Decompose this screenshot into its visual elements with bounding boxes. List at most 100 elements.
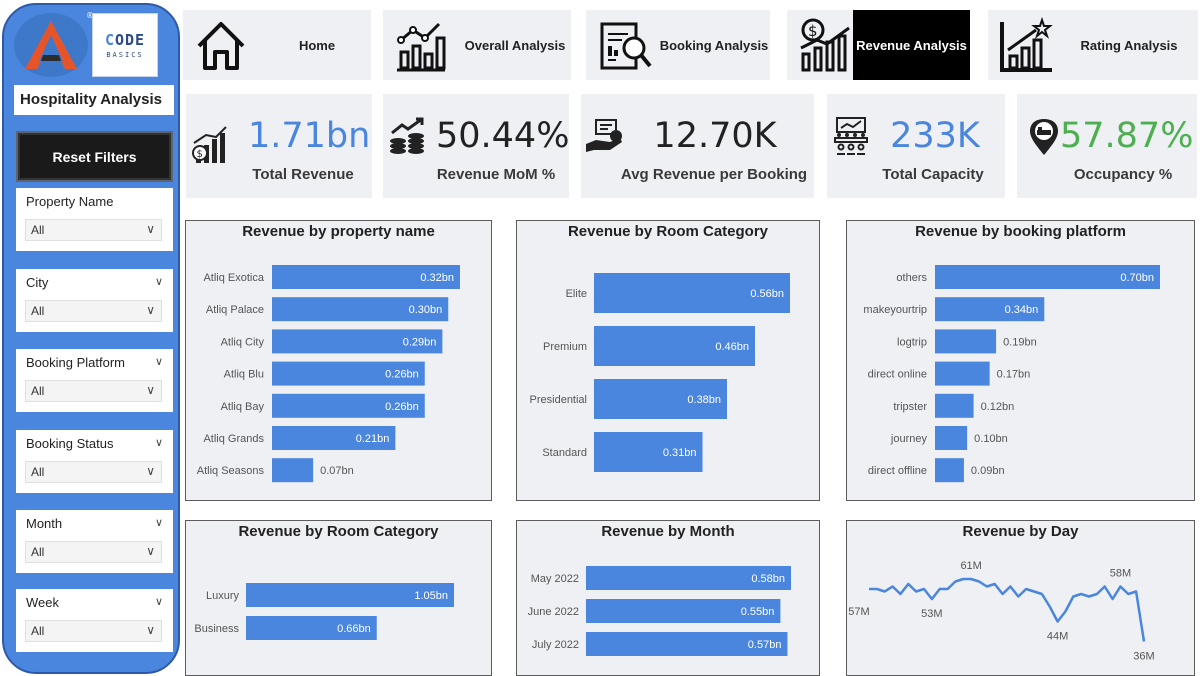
collapse-chevron-icon[interactable]: ∨ bbox=[155, 595, 163, 608]
nav-rating-analysis[interactable]: Rating Analysis bbox=[988, 10, 1198, 80]
chart-panel-6: Revenue by Day 57M 53M 61M 44M 58M 36M bbox=[846, 520, 1195, 676]
slicer-label: Property Name bbox=[26, 194, 114, 209]
data-label: 0.19bn bbox=[1003, 336, 1037, 348]
svg-text:$: $ bbox=[197, 149, 203, 160]
slicer-label: City bbox=[26, 275, 49, 290]
category-label: Business bbox=[194, 623, 239, 635]
data-label: 0.34bn bbox=[1005, 304, 1039, 316]
slicer-dropdown[interactable]: All ∨ bbox=[25, 380, 162, 402]
category-label: Premium bbox=[543, 341, 587, 353]
revenue-line[interactable] bbox=[869, 577, 1146, 642]
chart-panel-4: Revenue by Room Category Luxury 1.05bn Busi… bbox=[185, 520, 492, 676]
slicer-dropdown[interactable]: All ∨ bbox=[25, 541, 162, 563]
data-label: 0.12bn bbox=[981, 401, 1015, 413]
category-label: Atliq Seasons bbox=[197, 465, 265, 477]
bar[interactable] bbox=[935, 458, 964, 483]
point-label: 58M bbox=[1110, 568, 1131, 580]
data-label: 0.66bn bbox=[337, 623, 371, 635]
point-label: 36M bbox=[1133, 651, 1154, 663]
collapse-chevron-icon[interactable]: ∨ bbox=[155, 436, 163, 449]
data-label: 0.07bn bbox=[320, 465, 354, 477]
kpi-label: Revenue MoM % bbox=[436, 166, 556, 183]
category-label: July 2022 bbox=[532, 639, 579, 651]
category-label: Atliq City bbox=[221, 336, 265, 348]
slicer-month: Month ∨ All ∨ bbox=[16, 510, 173, 573]
slicer-label: Week bbox=[26, 595, 59, 610]
bar[interactable] bbox=[935, 329, 997, 354]
home-icon bbox=[197, 22, 245, 70]
collapse-chevron-icon[interactable]: ∨ bbox=[155, 516, 163, 529]
code-basics-logo: CODE BASICS bbox=[92, 13, 158, 77]
data-label: 0.26bn bbox=[385, 369, 419, 381]
chart-panel-3: Revenue by booking platform others 0.70bn m… bbox=[846, 220, 1195, 501]
chart-panel-5: Revenue by Month May 2022 0.58bn June 2022 0… bbox=[516, 520, 820, 676]
category-label: Standard bbox=[542, 447, 587, 459]
slicer-city: City ∨ All ∨ bbox=[16, 269, 173, 332]
conference-icon bbox=[834, 117, 868, 155]
bar-chart-svg: Elite 0.56bn Premium 0.46bn Presidential 0.38… bbox=[530, 273, 790, 472]
kpi-value: 233K bbox=[890, 116, 980, 156]
chevron-down-icon: ∨ bbox=[146, 464, 155, 478]
chevron-down-icon: ∨ bbox=[146, 623, 155, 637]
data-label: 1.05bn bbox=[414, 590, 448, 602]
kpi-card-revenue-mom: 50.44% Revenue MoM % bbox=[383, 94, 569, 198]
location-bed-icon bbox=[1030, 119, 1058, 155]
data-label: 0.57bn bbox=[748, 639, 782, 651]
slicer-dropdown[interactable]: All ∨ bbox=[25, 620, 162, 642]
slicer-value: All bbox=[31, 304, 45, 318]
category-label: June 2022 bbox=[528, 606, 579, 618]
bar[interactable] bbox=[935, 393, 974, 418]
slicer-value: All bbox=[31, 223, 45, 237]
bar-chart-svg: others 0.70bn makeyourtrip 0.34bn logtrip 0.1… bbox=[863, 265, 1160, 483]
slicer-label: Booking Platform bbox=[26, 355, 125, 370]
point-label: 57M bbox=[848, 606, 869, 618]
svg-text:$: $ bbox=[808, 22, 818, 40]
code-basics-logo-text: CODE bbox=[104, 31, 146, 49]
slicer-dropdown[interactable]: All ∨ bbox=[25, 219, 162, 241]
nav-overall-analysis[interactable]: Overall Analysis bbox=[383, 10, 571, 80]
category-label: direct online bbox=[868, 369, 927, 381]
kpi-card-avg-revenue-per-booking: 12.70K Avg Revenue per Booking bbox=[581, 94, 814, 198]
data-label: 0.55bn bbox=[741, 606, 775, 618]
collapse-chevron-icon[interactable]: ∨ bbox=[155, 355, 163, 368]
data-label: 0.30bn bbox=[409, 304, 443, 316]
chevron-down-icon: ∨ bbox=[146, 222, 155, 236]
category-label: journey bbox=[890, 433, 928, 445]
slicer-dropdown[interactable]: All ∨ bbox=[25, 461, 162, 483]
data-label: 0.32bn bbox=[420, 272, 454, 284]
bar-chart-icon bbox=[397, 22, 446, 72]
slicer-booking-platform: Booking Platform ∨ All ∨ bbox=[16, 349, 173, 412]
reset-filters-button[interactable]: Reset Filters bbox=[16, 131, 173, 182]
category-label: Atliq Blu bbox=[224, 369, 264, 381]
category-label: Presidential bbox=[530, 394, 587, 406]
data-label: 0.21bn bbox=[356, 433, 390, 445]
slicer-booking-status: Booking Status ∨ All ∨ bbox=[16, 430, 173, 493]
category-label: makeyourtrip bbox=[863, 304, 927, 316]
point-label: 44M bbox=[1047, 631, 1068, 643]
sidebar: ® CODE BASICS Hospitality Analysis Reset… bbox=[2, 3, 180, 674]
nav-booking-analysis[interactable]: Booking Analysis bbox=[586, 10, 770, 80]
bar[interactable] bbox=[935, 426, 968, 450]
atliq-logo: ® bbox=[14, 11, 94, 77]
collapse-chevron-icon[interactable]: ∨ bbox=[155, 275, 163, 288]
slicer-week: Week ∨ All ∨ bbox=[16, 589, 173, 652]
data-label: 0.58bn bbox=[751, 573, 785, 585]
bar[interactable] bbox=[272, 458, 314, 483]
bar[interactable] bbox=[935, 361, 990, 386]
data-label: 0.70bn bbox=[1120, 272, 1154, 284]
category-label: May 2022 bbox=[531, 573, 579, 585]
nav-revenue-analysis[interactable]: $ Revenue Analysis bbox=[787, 10, 970, 80]
data-label: 0.17bn bbox=[997, 369, 1031, 381]
nav-label: Overall Analysis bbox=[464, 37, 566, 53]
category-label: Elite bbox=[566, 288, 587, 300]
bar-chart-svg: Luxury 1.05bn Business 0.66bn bbox=[194, 583, 454, 640]
nav-home[interactable]: Home bbox=[183, 10, 371, 80]
bar-chart-svg: Atliq Exotica 0.32bn Atliq Palace 0.30bn Atl… bbox=[197, 265, 460, 483]
category-label: logtrip bbox=[897, 336, 927, 348]
slicer-dropdown[interactable]: All ∨ bbox=[25, 300, 162, 322]
data-label: 0.56bn bbox=[750, 288, 784, 300]
report-search-icon bbox=[600, 22, 652, 70]
category-label: Atliq Bay bbox=[221, 401, 265, 413]
kpi-label: Total Capacity bbox=[882, 166, 984, 183]
slicer-label: Month bbox=[26, 516, 63, 531]
